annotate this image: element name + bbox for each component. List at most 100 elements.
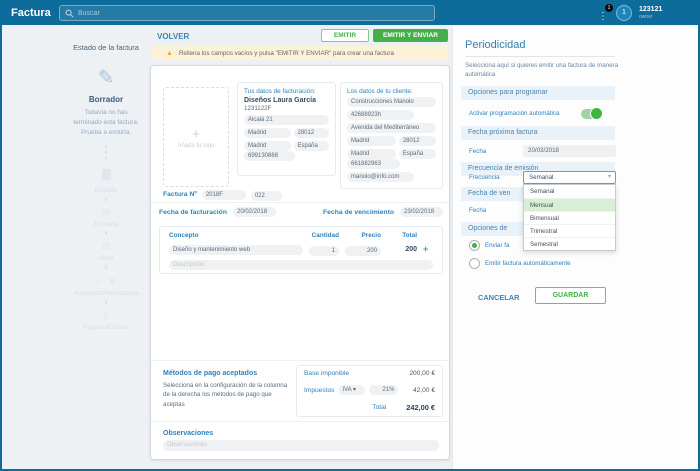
dropdown-option-semanal[interactable]: Semanal <box>524 185 615 198</box>
sender-title: Tus datos de facturación: <box>244 88 316 95</box>
divider <box>465 56 615 57</box>
section-schedule-options: Opciones para programar <box>461 86 615 100</box>
client-tax-id-field[interactable]: 42688923h <box>347 110 414 120</box>
status-step-vista: ✉ Vista <box>62 241 150 262</box>
dropdown-option-mensual[interactable]: Mensual <box>524 198 615 211</box>
user-role: owner <box>639 14 653 20</box>
sender-name: Diseños Laura García <box>244 97 316 104</box>
items-header-row: Concepto Cantidad Precio Total <box>169 232 433 239</box>
base-value: 200,00 € <box>409 370 435 377</box>
sender-tax-id: 1231122F <box>244 105 272 112</box>
base-label: Base imponible <box>304 370 350 377</box>
section-next-invoice-date: Fecha próxima factura <box>461 126 615 140</box>
chevron-down-icon: ∨ <box>103 230 109 237</box>
client-name-field[interactable]: Construcciones Manolo <box>347 97 436 107</box>
dropdown-option-trimestral[interactable]: Trimestral <box>524 224 615 237</box>
document-icon <box>101 168 111 180</box>
table-row: Descripción <box>169 260 433 270</box>
tax-type-select[interactable]: IVA ▾ <box>338 385 366 395</box>
emit-button[interactable]: EMITIR <box>321 29 369 42</box>
payment-methods-text: Selecciona en la configuración de la col… <box>163 382 288 408</box>
table-row: Diseño y mantenimiento web 1 200 200 + <box>169 243 433 256</box>
price-field[interactable]: 200 <box>345 246 381 256</box>
total-column-header: Total <box>402 232 417 239</box>
concept-field[interactable]: Diseño y mantenimiento web <box>169 244 303 255</box>
frequency-label: Frecuencia <box>469 174 500 181</box>
due-date-field[interactable]: 23/02/2018 <box>400 207 443 217</box>
sender-address-field[interactable]: Alcalá 21 <box>244 115 329 125</box>
invoice-number-field[interactable]: 022 <box>250 191 282 201</box>
back-button[interactable]: VOLVER <box>157 32 189 41</box>
emit-automatically-radio[interactable] <box>469 258 480 269</box>
observations-field[interactable]: Observaciones <box>163 440 439 451</box>
divider <box>151 202 449 203</box>
add-logo-label: Añade tu logo <box>177 142 215 149</box>
search-placeholder: Buscar <box>78 9 100 17</box>
search-input[interactable]: Buscar <box>59 5 435 21</box>
client-city-field[interactable]: Madrid <box>347 136 396 146</box>
sender-postal-code-field[interactable]: 28012 <box>293 128 329 138</box>
panel-subtitle: Selecciona aquí si quieres emitir una fa… <box>465 62 619 79</box>
tax-label: Impuestos <box>304 386 335 394</box>
tax-rate-field[interactable]: 21% <box>369 385 399 395</box>
observations-title: Observaciones <box>163 430 214 437</box>
status-sidebar: Estado de la factura ✎ Borrador Todavía … <box>62 43 150 331</box>
next-date-label: Fecha <box>469 148 487 155</box>
frequency-selected-value: Semanal <box>529 174 554 181</box>
tax-value: 42,00 € <box>413 386 435 394</box>
total-value: 242,00 € <box>406 403 435 412</box>
quantity-column-header: Cantidad <box>311 232 339 239</box>
open-envelope-icon: ✉ <box>101 241 111 254</box>
client-province-field[interactable]: Madrid <box>347 149 396 159</box>
periodicity-panel: Periodicidad Selecciona aquí si quieres … <box>452 26 698 469</box>
invoice-number-row: Factura Nº 2018F 022 <box>163 188 282 201</box>
check-cross-icon: ✓ ✕ <box>95 275 117 288</box>
emit-and-send-button[interactable]: EMITIR Y ENVIAR <box>373 29 448 42</box>
auto-schedule-toggle[interactable] <box>581 107 603 120</box>
total-row: Total 242,00 € <box>304 403 435 412</box>
line-total-value: 200 <box>405 246 417 253</box>
search-icon <box>65 9 74 17</box>
dropdown-option-bimensual[interactable]: Bimensual <box>524 211 615 224</box>
add-line-button[interactable]: + <box>423 245 433 254</box>
envelope-icon: ✉ <box>101 206 111 219</box>
app-logo[interactable]: Factura <box>11 7 51 19</box>
sender-phone-field[interactable]: 699130868 <box>244 151 295 161</box>
status-step-enviada: ✉ Enviada <box>62 207 150 228</box>
issue-date-field[interactable]: 20/02/2018 <box>233 207 276 217</box>
chevron-down-icon: ∨ <box>103 196 109 203</box>
toggle-knob <box>590 107 603 120</box>
panel-title: Periodicidad <box>465 39 526 51</box>
chevron-down-icon: ∨ <box>103 299 109 306</box>
notification-badge: 1 <box>605 4 613 12</box>
frequency-select[interactable]: Semanal ▾ <box>523 171 616 184</box>
sender-province-field[interactable]: Madrid <box>244 141 291 151</box>
description-field[interactable]: Descripción <box>169 260 433 270</box>
notifications-button[interactable]: ⋮ 1 <box>598 4 613 22</box>
quantity-field[interactable]: 1 <box>309 246 339 256</box>
client-email-field[interactable]: manolo@info.com <box>347 172 414 182</box>
tax-row: Impuestos IVA ▾ 21% 42,00 € <box>304 385 435 395</box>
send-automatically-radio[interactable] <box>469 240 480 251</box>
topbar: Factura Buscar ⋮ 1 1 123121 owner <box>2 2 698 25</box>
divider <box>151 360 449 361</box>
send-automatically-label: Enviar fa <box>485 242 510 249</box>
client-phone-field[interactable]: 661882963 <box>347 159 401 169</box>
dropdown-option-semestral[interactable]: Semestral <box>524 237 615 250</box>
client-address-field[interactable]: Avenida del Mediterráneo <box>347 123 436 133</box>
next-date-field[interactable]: 20/03/2018 <box>523 145 616 157</box>
sender-country-field[interactable]: España <box>293 141 329 151</box>
user-menu[interactable]: 123121 owner <box>639 6 662 20</box>
frequency-dropdown: Semanal Mensual Bimensual Trimestral Sem… <box>523 184 616 251</box>
invoice-series-field[interactable]: 2018F <box>201 189 246 200</box>
chevron-down-icon: ∨ <box>103 265 109 272</box>
status-step-aceptada: ✓ ✕ Aceptada/Rechazada <box>62 276 150 297</box>
cancel-button[interactable]: CANCELAR <box>478 293 519 302</box>
save-button[interactable]: GUARDAR <box>535 287 606 304</box>
add-logo-button[interactable]: + Añade tu logo <box>163 87 229 187</box>
pencil-icon: ✎ <box>97 67 115 89</box>
sender-city-field[interactable]: Madrid <box>244 128 291 138</box>
client-postal-code-field[interactable]: 28012 <box>398 136 436 146</box>
avatar[interactable]: 1 <box>616 5 632 21</box>
client-country-field[interactable]: España <box>398 149 436 159</box>
